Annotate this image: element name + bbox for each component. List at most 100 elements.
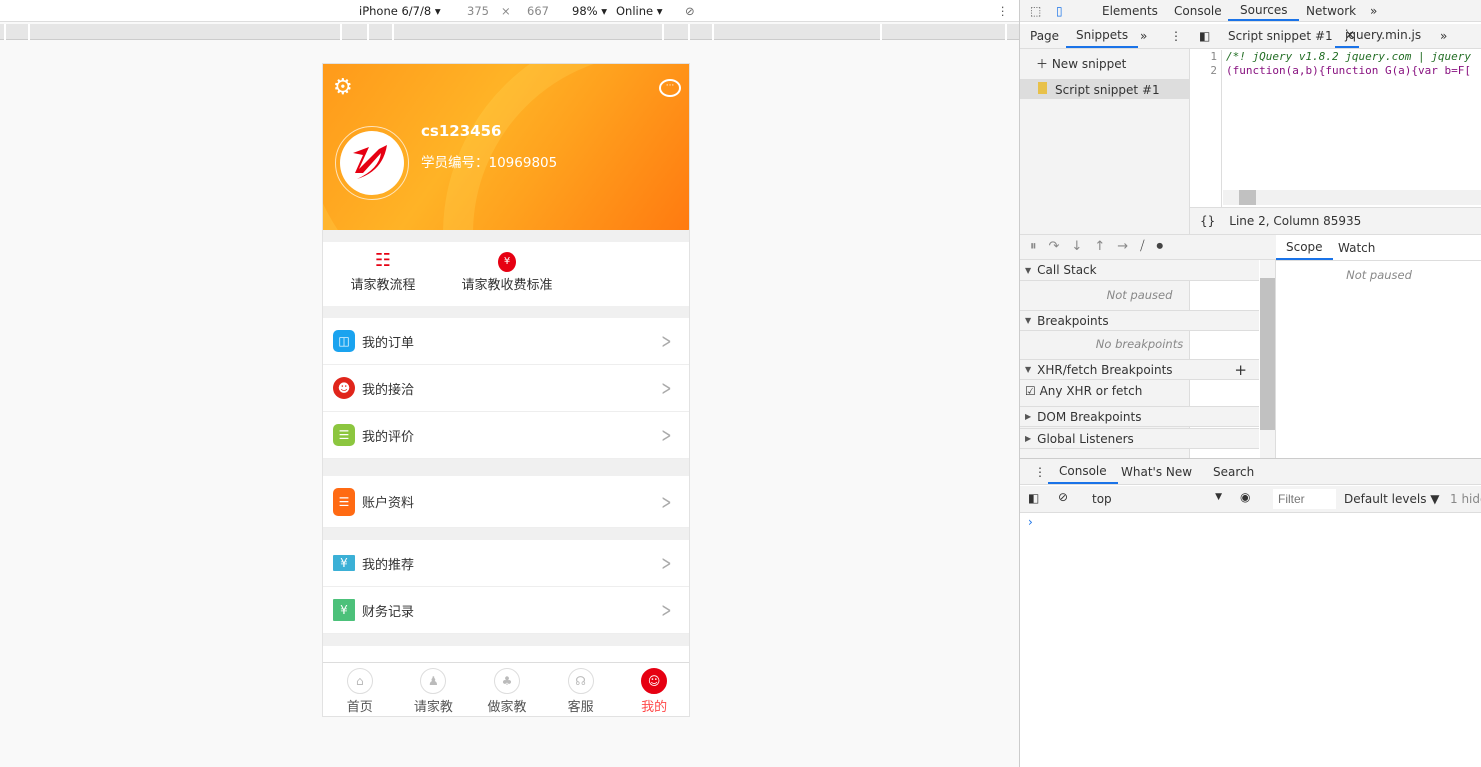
drawer-menu-icon[interactable]: ⋮ bbox=[1034, 459, 1046, 484]
tab-scope[interactable]: Scope bbox=[1276, 235, 1333, 260]
menu-item-orders[interactable]: ◫我的订单> bbox=[323, 318, 690, 365]
nav-menu-icon[interactable]: ⋮ bbox=[1170, 24, 1182, 48]
headset-icon: ☊ bbox=[568, 668, 594, 694]
menu-item-reviews[interactable]: ☰我的评价> bbox=[323, 412, 690, 459]
step-icon[interactable]: → bbox=[1117, 239, 1140, 254]
tab-console[interactable]: Console bbox=[1174, 0, 1222, 21]
clear-console-icon[interactable]: ⊘ bbox=[1058, 490, 1068, 504]
menu-item-referrals[interactable]: ¥我的推荐> bbox=[323, 540, 690, 587]
media-query-ruler[interactable] bbox=[0, 24, 1019, 40]
drawer-tabs: ⋮ Console What's New Search bbox=[1020, 458, 1481, 485]
toggle-navigator-icon[interactable]: ◧ bbox=[1199, 24, 1210, 48]
devtools-main-tabs: ⬚ ▯ Elements Console Sources Network » bbox=[1020, 0, 1481, 22]
eye-icon[interactable]: ◉ bbox=[1240, 490, 1250, 504]
rotate-icon[interactable]: ⊘ bbox=[685, 4, 695, 18]
network-select[interactable]: Online ▾ bbox=[616, 4, 663, 18]
step-out-icon[interactable]: ↑ bbox=[1094, 239, 1117, 254]
money-bag-icon: ¥ bbox=[498, 252, 516, 272]
drawer-tab-search[interactable]: Search bbox=[1213, 459, 1254, 484]
more-tabs-icon[interactable]: » bbox=[1370, 0, 1377, 21]
be-teacher-icon: ♣ bbox=[494, 668, 520, 694]
deactivate-breakpoints-icon[interactable]: ⧸ bbox=[1140, 239, 1156, 254]
debugger-toolbar: ⏸↷↓↑→⧸⏺ bbox=[1020, 234, 1276, 260]
chevron-right-icon: > bbox=[662, 329, 672, 353]
global-listeners-header[interactable]: ▶Global Listeners bbox=[1020, 428, 1259, 449]
scope-tabs: Scope Watch bbox=[1276, 234, 1481, 261]
tab-page[interactable]: Page bbox=[1030, 24, 1059, 48]
step-over-icon[interactable]: ↷ bbox=[1049, 239, 1072, 254]
settings-icon[interactable]: ⚙ bbox=[333, 77, 353, 99]
devtools-panel: ⬚ ▯ Elements Console Sources Network » P… bbox=[1019, 0, 1481, 767]
avatar[interactable] bbox=[335, 126, 409, 200]
snippet-item[interactable]: Script snippet #1 bbox=[1020, 79, 1189, 99]
bottom-tab-bar: ⌂首页 ♟请家教 ♣做家教 ☊客服 ☺我的 bbox=[323, 662, 690, 717]
quick-links: ☷ 请家教流程 ¥ 请家教收费标准 bbox=[323, 242, 690, 306]
quick-link-fees[interactable]: ¥ 请家教收费标准 bbox=[453, 250, 561, 293]
editor-tab-snippet[interactable]: Script snippet #1 bbox=[1228, 24, 1333, 48]
more-editor-tabs-icon[interactable]: » bbox=[1440, 24, 1447, 48]
tab-snippets[interactable]: Snippets bbox=[1066, 24, 1138, 48]
tab-service[interactable]: ☊客服 bbox=[544, 663, 618, 717]
editor-tab-jquery[interactable]: jquery.min.js ✕ bbox=[1335, 24, 1359, 48]
times-sign: × bbox=[501, 4, 511, 18]
menu-item-account[interactable]: ☰账户资料> bbox=[323, 476, 690, 528]
zoom-select[interactable]: 98% ▾ bbox=[572, 4, 607, 18]
inspect-icon[interactable]: ⬚ bbox=[1030, 0, 1041, 21]
plus-icon: ＋ bbox=[1036, 57, 1052, 71]
menu-item-contacts[interactable]: ☻我的接洽> bbox=[323, 365, 690, 412]
more-icon[interactable]: ⋮ bbox=[997, 4, 1009, 18]
more-nav-icon[interactable]: » bbox=[1140, 24, 1147, 48]
student-id: 学员编号：10969805 bbox=[421, 151, 557, 171]
horizontal-scrollbar[interactable] bbox=[1223, 190, 1481, 205]
drawer-tab-console[interactable]: Console bbox=[1048, 459, 1118, 484]
logo-icon bbox=[349, 143, 395, 183]
menu-item-finance[interactable]: ¥财务记录> bbox=[323, 587, 690, 634]
code-line: /*! jQuery v1.8.2 jquery.com | jquery bbox=[1226, 50, 1471, 64]
levels-select[interactable]: Default levels ▼ bbox=[1344, 492, 1440, 506]
hidden-count: 1 hidden bbox=[1450, 492, 1481, 506]
xhr-breakpoints-header[interactable]: ▼XHR/fetch Breakpoints+ bbox=[1020, 359, 1259, 380]
profile-header: ⚙ ··· cs123456 学员编号：10969805 bbox=[323, 64, 690, 230]
height-input[interactable]: 667 bbox=[527, 4, 549, 18]
sitemap-icon: ☷ bbox=[343, 250, 423, 274]
call-stack-header[interactable]: ▼Call Stack bbox=[1020, 260, 1259, 281]
profile-icon: ☺ bbox=[641, 668, 667, 694]
tab-find-teacher[interactable]: ♟请家教 bbox=[397, 663, 471, 717]
device-toggle-icon[interactable]: ▯ bbox=[1056, 0, 1063, 21]
sidebar-scrollbar[interactable] bbox=[1260, 260, 1275, 458]
tab-elements[interactable]: Elements bbox=[1102, 0, 1158, 21]
tab-sources[interactable]: Sources bbox=[1228, 0, 1299, 21]
filter-input[interactable] bbox=[1273, 489, 1336, 509]
context-select[interactable]: top▼ bbox=[1092, 492, 1222, 506]
tab-be-teacher[interactable]: ♣做家教 bbox=[470, 663, 544, 717]
console-prompt-icon[interactable]: › bbox=[1028, 515, 1033, 529]
breakpoints-status: No breakpoints bbox=[1020, 337, 1259, 351]
tab-network[interactable]: Network bbox=[1306, 0, 1356, 21]
tab-mine[interactable]: ☺我的 bbox=[617, 663, 690, 717]
any-xhr-checkbox[interactable]: ☑ Any XHR or fetch bbox=[1025, 384, 1142, 398]
add-icon[interactable]: + bbox=[1234, 361, 1247, 379]
width-input[interactable]: 375 bbox=[467, 4, 489, 18]
new-snippet-button[interactable]: ＋ New snippet bbox=[1036, 55, 1126, 72]
editor-status-bar: {}Line 2, Column 85935 bbox=[1190, 207, 1481, 234]
sidebar-toggle-icon[interactable]: ◧ bbox=[1028, 491, 1039, 505]
pretty-print-icon[interactable]: {} bbox=[1200, 214, 1215, 228]
device-select[interactable]: iPhone 6/7/8 ▾ bbox=[359, 4, 441, 18]
message-icon[interactable]: ··· bbox=[659, 79, 681, 97]
code-editor[interactable]: 12 /*! jQuery v1.8.2 jquery.com | jquery… bbox=[1190, 50, 1481, 207]
navigator-tabs: Page Snippets » ⋮ bbox=[1020, 24, 1190, 49]
pause-on-exceptions-icon[interactable]: ⏺ bbox=[1157, 239, 1176, 254]
file-icon bbox=[1038, 82, 1047, 94]
dom-breakpoints-header[interactable]: ▶DOM Breakpoints bbox=[1020, 406, 1259, 427]
breakpoints-header[interactable]: ▼Breakpoints bbox=[1020, 310, 1259, 331]
close-icon[interactable]: ✕ bbox=[1345, 24, 1355, 46]
call-stack-status: Not paused bbox=[1020, 288, 1259, 302]
drawer-tab-whats-new[interactable]: What's New bbox=[1121, 459, 1192, 484]
tab-watch[interactable]: Watch bbox=[1338, 235, 1375, 260]
step-into-icon[interactable]: ↓ bbox=[1071, 239, 1094, 254]
pause-icon[interactable]: ⏸ bbox=[1030, 239, 1049, 254]
quick-link-process[interactable]: ☷ 请家教流程 bbox=[343, 250, 423, 293]
chevron-right-icon: > bbox=[662, 490, 672, 514]
tab-home[interactable]: ⌂首页 bbox=[323, 663, 397, 717]
checkbox-checked-icon: ☑ bbox=[1025, 384, 1036, 398]
